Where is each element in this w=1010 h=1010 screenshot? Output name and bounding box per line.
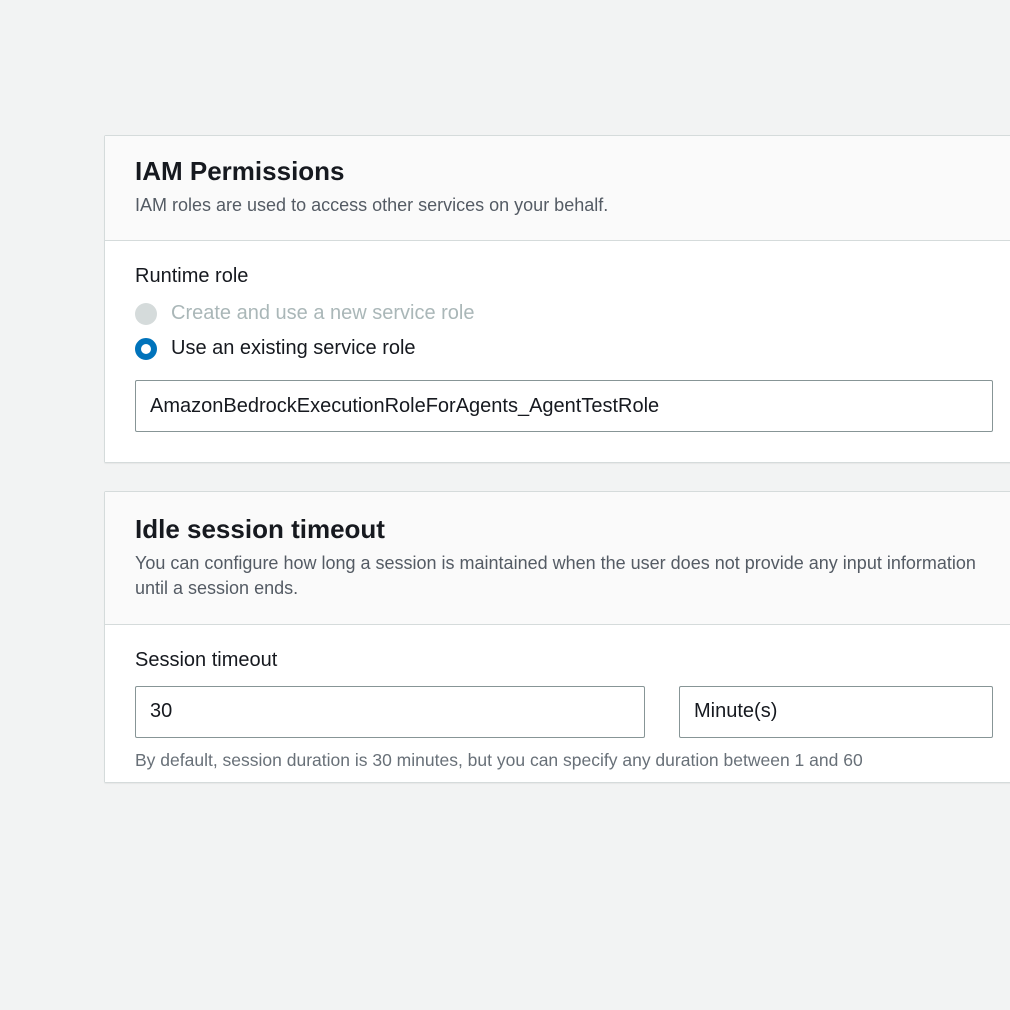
iam-panel-title: IAM Permissions	[135, 156, 993, 187]
radio-icon	[135, 338, 157, 360]
role-select-input[interactable]	[135, 380, 993, 432]
radio-existing-label: Use an existing service role	[171, 337, 416, 360]
runtime-role-radio-group: Create and use a new service role Use an…	[135, 302, 993, 360]
timeout-panel-header: Idle session timeout You can configure h…	[105, 492, 1010, 624]
timeout-panel-body: Session timeout By default, session dura…	[105, 625, 1010, 783]
idle-session-timeout-panel: Idle session timeout You can configure h…	[104, 491, 1010, 783]
radio-create-new-role: Create and use a new service role	[135, 302, 993, 325]
runtime-role-label: Runtime role	[135, 265, 993, 288]
timeout-panel-subtitle: You can configure how long a session is …	[135, 551, 993, 601]
session-timeout-label: Session timeout	[135, 649, 993, 672]
session-timeout-input[interactable]	[135, 686, 645, 738]
radio-create-label: Create and use a new service role	[171, 302, 475, 325]
iam-panel-subtitle: IAM roles are used to access other servi…	[135, 193, 993, 218]
timeout-panel-title: Idle session timeout	[135, 514, 993, 545]
radio-use-existing-role[interactable]: Use an existing service role	[135, 337, 993, 360]
iam-permissions-panel: IAM Permissions IAM roles are used to ac…	[104, 135, 1010, 463]
session-timeout-helper: By default, session duration is 30 minut…	[135, 748, 993, 773]
iam-panel-header: IAM Permissions IAM roles are used to ac…	[105, 136, 1010, 241]
radio-icon	[135, 303, 157, 325]
iam-panel-body: Runtime role Create and use a new servic…	[105, 241, 1010, 462]
session-timeout-unit-select[interactable]	[679, 686, 993, 738]
